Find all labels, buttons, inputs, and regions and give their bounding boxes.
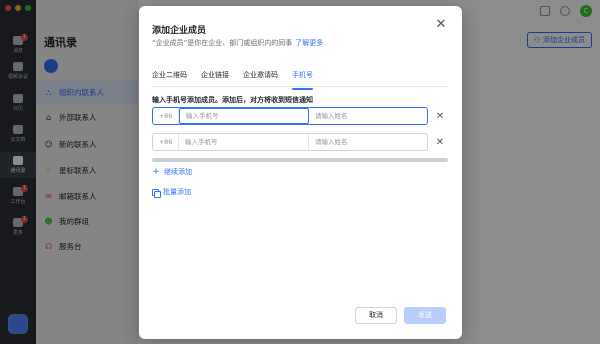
phone-input[interactable] bbox=[179, 134, 309, 150]
tab-invite-code[interactable]: 企业邀请码 bbox=[243, 67, 278, 86]
learn-more-link[interactable]: 了解更多 bbox=[295, 39, 323, 47]
batch-add-link[interactable]: 批量添加 bbox=[152, 187, 191, 198]
country-code-select[interactable]: +86 bbox=[153, 134, 179, 150]
batch-icon bbox=[152, 188, 161, 198]
remove-row-icon[interactable]: ✕ bbox=[434, 136, 446, 148]
tab-phone-number[interactable]: 手机号 bbox=[292, 67, 313, 90]
continue-add-link[interactable]: + 继续添加 bbox=[152, 167, 192, 177]
add-member-dialog: 添加企业成员 ✕ “企业成员”是你在企业、部门或组织内的同事 了解更多 企业二维码… bbox=[139, 6, 462, 339]
tab-qr-code[interactable]: 企业二维码 bbox=[152, 67, 187, 86]
dialog-subtitle: “企业成员”是你在企业、部门或组织内的同事 了解更多 bbox=[152, 39, 324, 47]
horizontal-scrollbar[interactable] bbox=[152, 158, 448, 162]
send-button[interactable]: 发送 bbox=[404, 307, 446, 324]
phone-instruction: 输入手机号添加成员。添加后，对方将收到短信通知 bbox=[152, 96, 313, 104]
country-code-select[interactable]: +86 bbox=[153, 108, 179, 124]
name-input[interactable] bbox=[309, 108, 427, 124]
name-input[interactable] bbox=[309, 134, 427, 150]
tab-invite-link[interactable]: 企业链接 bbox=[201, 67, 229, 86]
dialog-title: 添加企业成员 bbox=[152, 26, 207, 36]
plus-icon: + bbox=[152, 167, 160, 177]
phone-row: +86 bbox=[152, 107, 428, 125]
remove-row-icon[interactable]: ✕ bbox=[434, 110, 446, 122]
close-icon[interactable]: ✕ bbox=[434, 18, 448, 32]
invite-tabs: 企业二维码 企业链接 企业邀请码 手机号 bbox=[152, 67, 448, 90]
phone-input[interactable] bbox=[179, 108, 309, 124]
cancel-button[interactable]: 取消 bbox=[355, 307, 397, 324]
phone-row: +86 bbox=[152, 133, 428, 151]
